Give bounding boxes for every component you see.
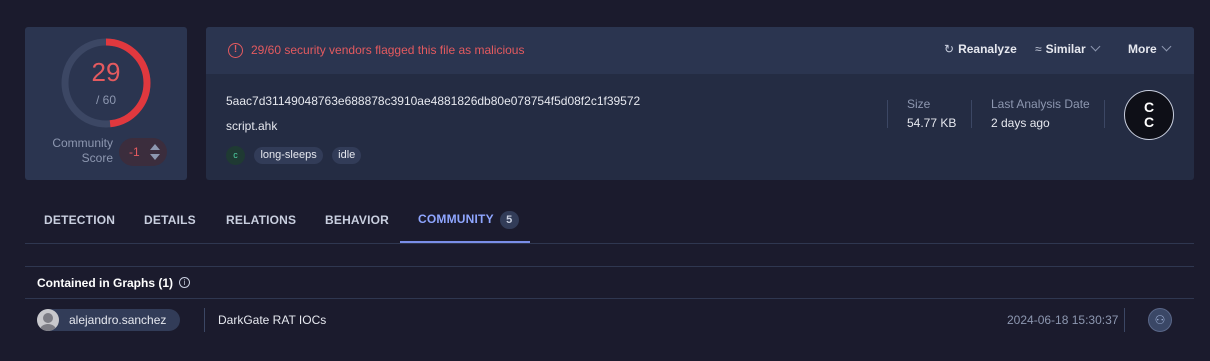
similar-icon: ≈ — [1035, 42, 1042, 56]
graph-row: alejandro.sanchez DarkGate RAT IOCs 2024… — [25, 300, 1194, 340]
community-count-badge: 5 — [499, 211, 519, 229]
file-tags: c long-sleeps idle — [226, 146, 366, 165]
graph-date: 2024-06-18 15:30:37 — [1007, 313, 1119, 327]
file-summary-card: ! 29/60 security vendors flagged this fi… — [206, 27, 1194, 180]
tab-details[interactable]: DETAILS — [144, 213, 196, 227]
graph-icon[interactable]: ⚇ — [1148, 308, 1172, 332]
user-chip[interactable]: alejandro.sanchez — [37, 309, 181, 331]
vote-up-icon[interactable] — [150, 144, 160, 150]
size-value: 54.77 KB — [907, 116, 957, 130]
community-score-label-line1: Community — [52, 136, 113, 150]
report-tabs: DETECTION DETAILS RELATIONS BEHAVIOR COM… — [25, 200, 1194, 244]
row-divider — [1124, 308, 1125, 332]
row-divider — [204, 308, 205, 332]
section-title: Contained in Graphs (1) — [37, 276, 174, 290]
tab-relations[interactable]: RELATIONS — [226, 213, 296, 227]
chevron-down-icon — [1090, 41, 1101, 52]
similar-button[interactable]: ≈ Similar — [1035, 41, 1101, 56]
reanalyze-button[interactable]: ↻ Reanalyze — [944, 42, 1017, 56]
similar-label: Similar — [1045, 42, 1086, 56]
malicious-alert-text: 29/60 security vendors flagged this file… — [251, 43, 525, 57]
more-button[interactable]: More — [1128, 41, 1172, 56]
malicious-alert-bar: ! 29/60 security vendors flagged this fi… — [206, 27, 1194, 74]
tag-idle[interactable]: idle — [332, 147, 362, 164]
active-tab-indicator — [400, 241, 530, 243]
detection-score-card: 29 / 60 Community Score -1 — [25, 27, 187, 180]
refresh-icon: ↻ — [944, 42, 955, 56]
tab-community-label: COMMUNITY — [418, 212, 494, 226]
graph-name-link[interactable]: DarkGate RAT IOCs — [218, 313, 326, 327]
tag-long-sleeps[interactable]: long-sleeps — [254, 147, 323, 164]
size-label: Size — [907, 97, 931, 111]
file-type-icon: C C — [1124, 90, 1174, 140]
detection-count: 29 — [91, 57, 121, 87]
chevron-down-icon — [1161, 41, 1172, 52]
community-score-value: -1 — [129, 145, 140, 159]
avatar — [37, 309, 59, 331]
user-name: alejandro.sanchez — [69, 313, 167, 327]
meta-divider — [887, 100, 888, 128]
tab-behavior[interactable]: BEHAVIOR — [325, 213, 389, 227]
tab-community[interactable]: COMMUNITY 5 — [418, 211, 519, 229]
info-icon[interactable]: i — [179, 277, 190, 288]
alert-circle-icon: ! — [228, 43, 243, 58]
community-score-label-line2: Score — [81, 151, 113, 165]
last-analysis-label: Last Analysis Date — [991, 97, 1090, 111]
file-type-icon-line1: C — [1143, 99, 1155, 115]
file-type-icon-line2: C — [1143, 114, 1155, 130]
more-label: More — [1128, 42, 1157, 56]
meta-divider — [1104, 100, 1105, 128]
detection-total: / 60 — [95, 93, 116, 107]
community-vote-widget: -1 — [119, 138, 167, 166]
community-score-label: Community Score — [33, 136, 113, 166]
file-name: script.ahk — [226, 119, 278, 133]
last-analysis-value: 2 days ago — [991, 116, 1050, 130]
reanalyze-label: Reanalyze — [958, 42, 1017, 56]
meta-divider — [971, 100, 972, 128]
tab-detection[interactable]: DETECTION — [44, 213, 115, 227]
tag-type-icon: c — [226, 146, 245, 165]
file-hash[interactable]: 5aac7d31149048763e688878c3910ae4881826db… — [226, 94, 640, 108]
vote-down-icon[interactable] — [150, 154, 160, 160]
contained-in-graphs-header: Contained in Graphs (1) i — [25, 266, 1194, 299]
